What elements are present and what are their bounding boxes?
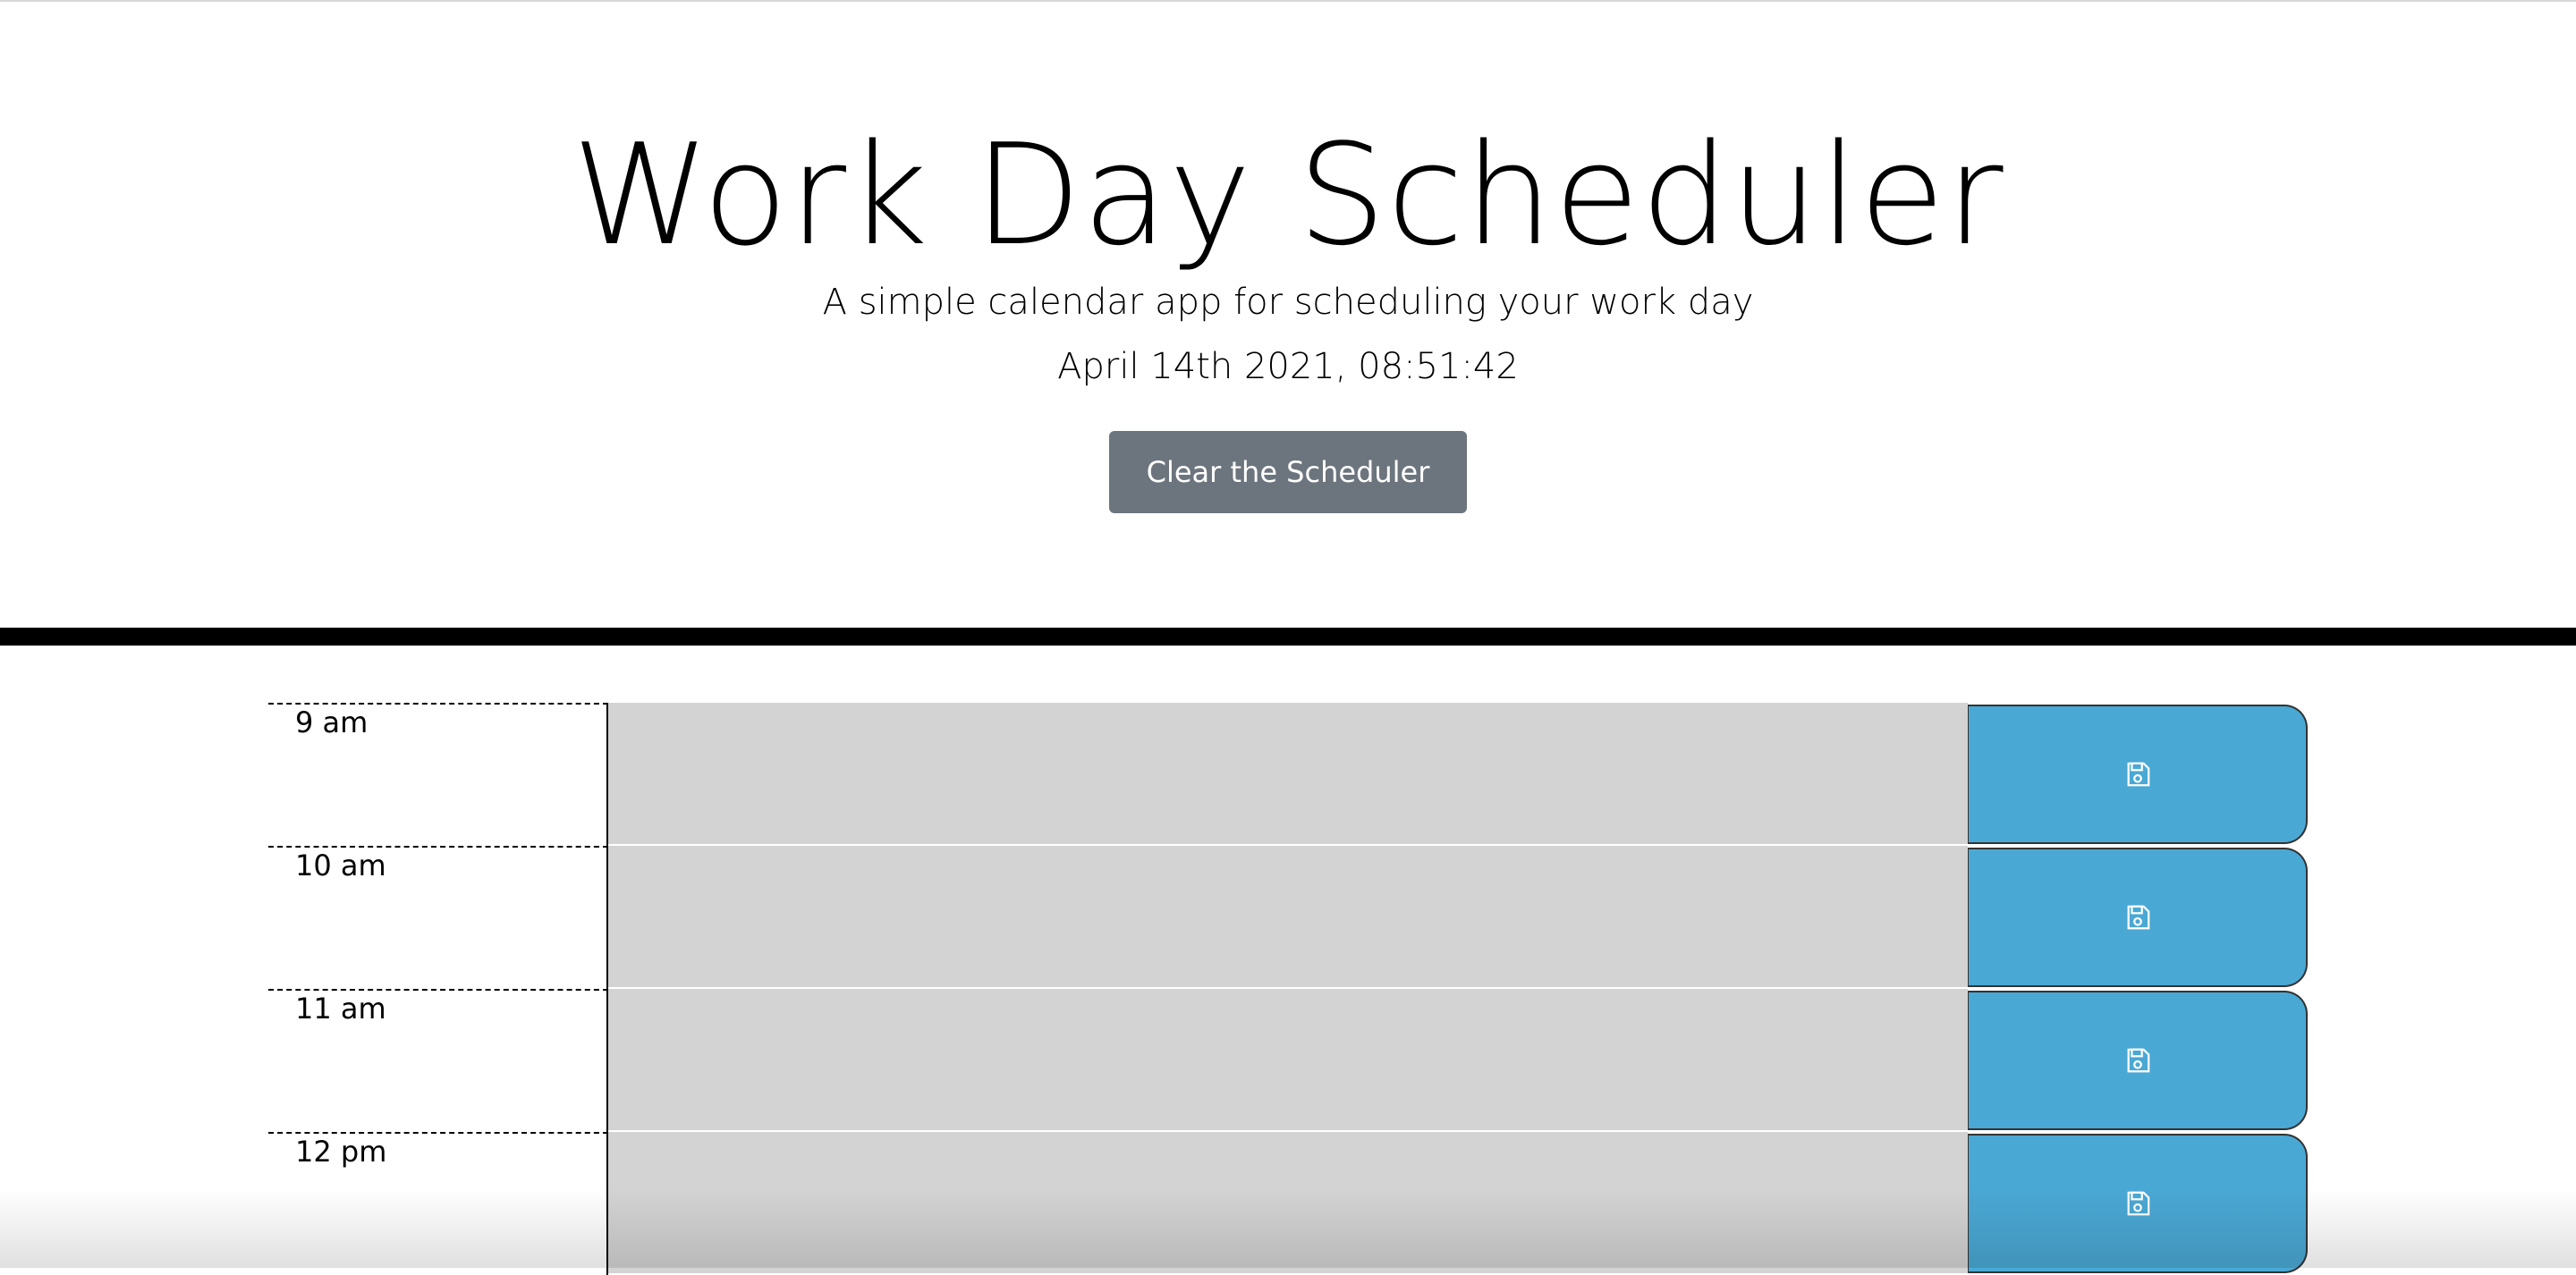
hour-label: 9 am	[295, 705, 369, 739]
hour-cell: 10 am	[268, 846, 608, 989]
hour-label: 10 am	[295, 849, 386, 882]
hour-cell: 9 am	[268, 703, 608, 846]
header: Work Day Scheduler A simple calendar app…	[0, 0, 2576, 628]
save-button[interactable]	[1968, 705, 2308, 844]
header-divider	[0, 628, 2576, 646]
time-block-row: 10 am	[268, 846, 2308, 989]
current-datetime: April 14th 2021, 08:51:42	[1057, 346, 1519, 387]
save-icon	[2127, 1048, 2149, 1073]
event-description-input[interactable]	[608, 703, 1968, 846]
save-icon	[2127, 1191, 2149, 1216]
time-block-list: 9 am 10 am 11 am 12 pm	[268, 703, 2308, 1275]
save-button[interactable]	[1968, 991, 2308, 1130]
page-title: Work Day Scheduler	[572, 114, 2004, 276]
save-icon	[2127, 762, 2149, 787]
hour-cell: 11 am	[268, 989, 608, 1132]
hour-label: 11 am	[295, 992, 386, 1026]
hour-cell: 12 pm	[268, 1132, 608, 1275]
save-icon	[2127, 905, 2149, 930]
page-subtitle: A simple calendar app for scheduling you…	[822, 282, 1754, 323]
event-description-input[interactable]	[608, 989, 1968, 1132]
save-button[interactable]	[1968, 1134, 2308, 1273]
time-block-row: 9 am	[268, 703, 2308, 846]
hour-label: 12 pm	[295, 1135, 387, 1169]
event-description-input[interactable]	[608, 1132, 1968, 1275]
event-description-input[interactable]	[608, 846, 1968, 989]
clear-scheduler-button[interactable]: Clear the Scheduler	[1109, 431, 1467, 513]
save-button[interactable]	[1968, 848, 2308, 987]
time-block-row: 11 am	[268, 989, 2308, 1132]
time-block-row: 12 pm	[268, 1132, 2308, 1275]
